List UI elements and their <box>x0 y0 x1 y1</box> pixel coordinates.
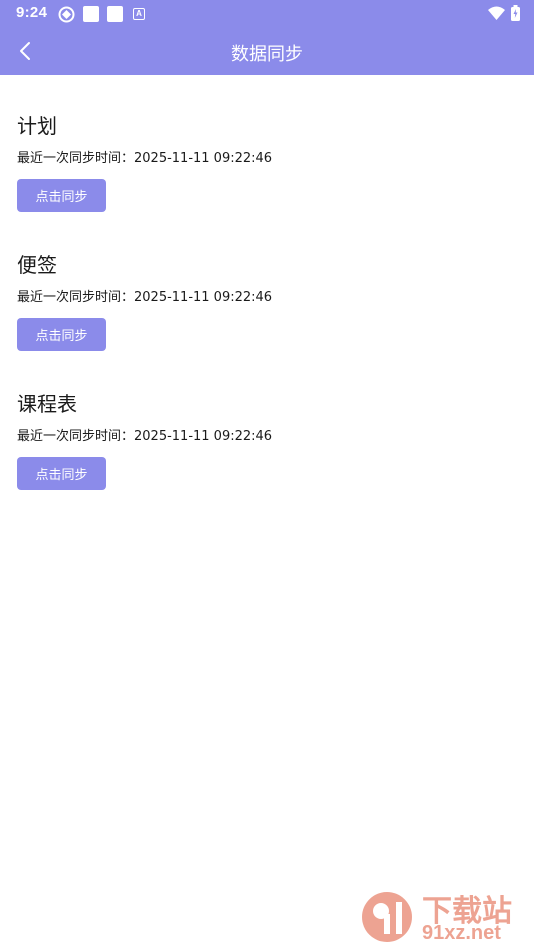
status-bar: 9:24 A <box>0 0 534 28</box>
status-time: 9:24 <box>16 4 48 21</box>
last-sync-time: 最近一次同步时间：2025-11-11 09:22:46 <box>17 429 273 444</box>
section-title: 课程表 <box>17 392 77 416</box>
a-badge-icon: A <box>133 8 145 20</box>
app-bar: 数据同步 <box>0 28 534 75</box>
sync-notes-button[interactable]: 点击同步 <box>17 318 106 351</box>
watermark-domain: 91xz.net <box>422 922 501 944</box>
notification-square-icon <box>107 6 123 22</box>
battery-charging-icon <box>511 5 520 21</box>
last-sync-time: 最近一次同步时间：2025-11-11 09:22:46 <box>17 290 273 305</box>
sync-plan-button[interactable]: 点击同步 <box>17 179 106 212</box>
wifi-icon <box>488 6 505 20</box>
watermark-logo: 下载站 91xz.net <box>360 886 532 948</box>
sync-schedule-button[interactable]: 点击同步 <box>17 457 106 490</box>
status-system-icons <box>488 4 520 22</box>
watermark-circle-icon <box>362 892 412 942</box>
sync-status-icon <box>58 6 75 23</box>
section-title: 计划 <box>17 114 57 138</box>
status-notification-icons: A <box>58 5 145 23</box>
last-sync-time: 最近一次同步时间：2025-11-11 09:22:46 <box>17 151 273 166</box>
section-title: 便签 <box>17 253 57 277</box>
page-title: 数据同步 <box>231 44 303 65</box>
notification-square-icon <box>83 6 99 22</box>
